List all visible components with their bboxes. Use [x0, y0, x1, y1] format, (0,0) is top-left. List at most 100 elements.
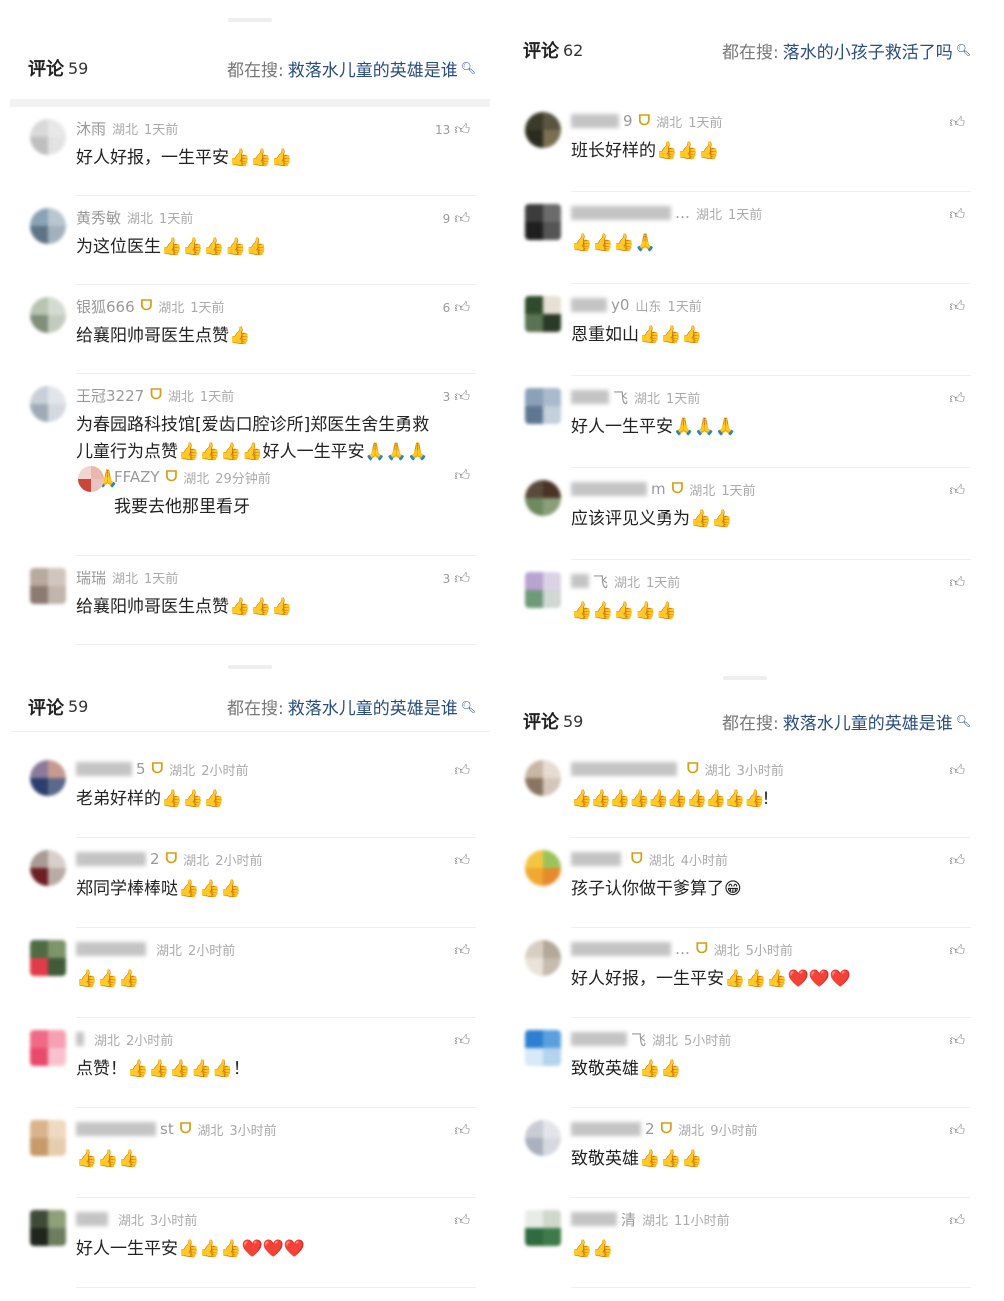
username[interactable]: 5: [136, 760, 146, 778]
username[interactable]: 沐雨: [76, 118, 106, 139]
like-button[interactable]: 👍︎: [945, 113, 965, 132]
comment-item[interactable]: … 湖北 1天前 👍👍👍🙏 👍︎: [525, 192, 971, 284]
comment-item[interactable]: 飞湖北 5小时前 致敬英雄👍👍 👍︎: [525, 1018, 971, 1108]
comment-item[interactable]: st ᗜ 湖北 3小时前 👍👍👍 👍︎: [30, 1108, 476, 1198]
avatar[interactable]: [525, 572, 561, 608]
hot-search-link[interactable]: 都在搜: 落水的小孩子救活了吗 🔍︎: [722, 38, 971, 63]
avatar[interactable]: [525, 1120, 561, 1156]
comment-item[interactable]: … ᗜ 湖北 5小时前 好人好报，一生平安👍👍👍❤️❤️❤️ 👍︎: [525, 928, 971, 1018]
avatar[interactable]: [30, 1120, 66, 1156]
avatar[interactable]: [30, 119, 66, 155]
comment-item[interactable]: ᗜ 湖北 3小时前 👍👍👍👍👍👍👍👍👍👍! 👍︎: [525, 748, 971, 838]
like-button[interactable]: 👍︎: [450, 851, 470, 870]
like-button[interactable]: 👍︎: [450, 1211, 470, 1230]
avatar[interactable]: [30, 297, 66, 333]
avatar[interactable]: [30, 1030, 66, 1066]
comment-item[interactable]: ᗜ 湖北 4小时前 孩子认你做干爹算了😁 👍︎: [525, 838, 971, 928]
avatar[interactable]: [525, 480, 561, 516]
hot-search-query[interactable]: 落水的小孩子救活了吗: [783, 38, 953, 63]
username[interactable]: m: [651, 480, 666, 498]
comment-item[interactable]: 黄秀敏 湖北 1天前 为这位医生👍👍👍👍👍 9 👍︎: [30, 196, 476, 285]
like-button[interactable]: 3 👍︎: [443, 387, 470, 406]
comment-item[interactable]: 湖北 2小时前 点赞！👍👍👍👍👍！ 👍︎: [30, 1018, 476, 1108]
avatar[interactable]: [30, 1210, 66, 1246]
like-button[interactable]: 👍︎: [945, 761, 965, 780]
avatar[interactable]: [30, 568, 66, 604]
hot-search-link[interactable]: 都在搜: 救落水儿童的英雄是谁 🔍︎: [722, 709, 971, 734]
comment-item[interactable]: 飞湖北 1天前 👍👍👍👍👍 👍︎: [525, 560, 971, 640]
like-button[interactable]: 👍︎: [450, 761, 470, 780]
username[interactable]: 黄秀敏: [76, 207, 121, 228]
username[interactable]: 2: [150, 850, 160, 868]
username[interactable]: st: [160, 1120, 174, 1138]
like-button[interactable]: 👍︎: [945, 481, 965, 500]
avatar[interactable]: [525, 388, 561, 424]
avatar[interactable]: [30, 386, 66, 422]
comment-item[interactable]: 银狐666 ᗜ 湖北 1天前 给襄阳帅哥医生点赞👍 6 👍︎: [30, 285, 476, 374]
like-button[interactable]: 👍︎: [945, 1121, 965, 1140]
hot-search-link[interactable]: 都在搜: 救落水儿童的英雄是谁 🔍︎: [227, 694, 476, 719]
comment-item[interactable]: 王冠3227 ᗜ 湖北 1天前 为春园路科技馆[爱齿口腔诊所]郑医生舍生勇救儿童行为点…: [30, 374, 476, 556]
comment-item[interactable]: 湖北 3小时前 好人一生平安👍👍👍❤️❤️❤️ 👍︎: [30, 1198, 476, 1288]
username[interactable]: 2: [645, 1120, 655, 1138]
like-button[interactable]: 👍︎: [945, 941, 965, 960]
avatar[interactable]: [525, 296, 561, 332]
drag-handle[interactable]: [723, 676, 767, 680]
avatar[interactable]: [525, 204, 561, 240]
username[interactable]: FFAZY: [114, 468, 160, 486]
comment-item[interactable]: y0 山东 1天前 恩重如山👍👍👍 👍︎: [525, 284, 971, 376]
hot-search-query[interactable]: 救落水儿童的英雄是谁: [288, 694, 458, 719]
like-button[interactable]: 👍︎: [945, 389, 965, 408]
comment-item[interactable]: 沐雨 湖北 1天前 好人好报，一生平安👍👍👍 13 👍︎: [30, 107, 476, 196]
comment-item[interactable]: 5 ᗜ 湖北 2小时前 老弟好样的👍👍👍 👍︎: [30, 748, 476, 838]
comment-item[interactable]: 2 ᗜ 湖北 2小时前 郑同学棒棒哒👍👍👍 👍︎: [30, 838, 476, 928]
avatar[interactable]: [30, 208, 66, 244]
username[interactable]: 飞: [613, 387, 628, 408]
comment-item[interactable]: 湖北 2小时前 👍👍👍 👍︎: [30, 928, 476, 1018]
username[interactable]: 飞: [593, 571, 608, 592]
comment-item[interactable]: 清湖北 11小时前 👍👍 👍︎: [525, 1198, 971, 1288]
username[interactable]: …: [675, 204, 690, 222]
like-button[interactable]: 👍︎: [945, 1031, 965, 1050]
avatar[interactable]: [525, 112, 561, 148]
avatar[interactable]: [525, 850, 561, 886]
username[interactable]: …: [675, 940, 690, 958]
drag-handle[interactable]: [228, 18, 272, 22]
avatar[interactable]: [30, 940, 66, 976]
avatar[interactable]: [525, 760, 561, 796]
username[interactable]: 银狐666: [76, 296, 135, 317]
like-button[interactable]: 13 👍︎: [435, 120, 470, 139]
comment-item[interactable]: 瑞瑞 湖北 1天前 给襄阳帅哥医生点赞👍👍👍 3 👍︎: [30, 556, 476, 645]
like-button[interactable]: 👍︎: [945, 1211, 965, 1230]
like-button[interactable]: 👍︎: [450, 1121, 470, 1140]
hot-search-link[interactable]: 都在搜: 救落水儿童的英雄是谁 🔍︎: [227, 56, 476, 81]
like-button[interactable]: 6 👍︎: [443, 298, 470, 317]
like-button[interactable]: 3 👍︎: [443, 569, 470, 588]
username[interactable]: 9: [623, 112, 633, 130]
comment-item[interactable]: 9 ᗜ 湖北 1天前 班长好样的👍👍👍 👍︎: [525, 100, 971, 192]
like-button[interactable]: 9 👍︎: [443, 209, 470, 228]
like-button[interactable]: 👍︎: [450, 941, 470, 960]
hot-search-query[interactable]: 救落水儿童的英雄是谁: [288, 56, 458, 81]
username[interactable]: 瑞瑞: [76, 567, 106, 588]
comment-item[interactable]: 飞湖北 1天前 好人一生平安🙏🙏🙏 👍︎: [525, 376, 971, 468]
like-button[interactable]: 👍︎: [945, 851, 965, 870]
avatar[interactable]: [78, 466, 104, 492]
username[interactable]: y0: [611, 296, 629, 314]
reply-item[interactable]: FFAZY ᗜ 湖北 29分钟前 我要去他那里看牙 👍︎: [76, 466, 476, 536]
avatar[interactable]: [30, 760, 66, 796]
like-button[interactable]: 👍︎: [945, 205, 965, 224]
avatar[interactable]: [525, 940, 561, 976]
avatar[interactable]: [30, 850, 66, 886]
comment-item[interactable]: 2 ᗜ 湖北 9小时前 致敬英雄👍👍👍 👍︎: [525, 1108, 971, 1198]
comment-item[interactable]: m ᗜ 湖北 1天前 应该评见义勇为👍👍 👍︎: [525, 468, 971, 560]
hot-search-query[interactable]: 救落水儿童的英雄是谁: [783, 709, 953, 734]
like-button[interactable]: 👍︎: [945, 573, 965, 592]
username[interactable]: 飞: [631, 1029, 646, 1050]
username[interactable]: 王冠3227: [76, 385, 144, 406]
avatar[interactable]: [525, 1030, 561, 1066]
drag-handle[interactable]: [228, 665, 272, 669]
like-button[interactable]: 👍︎: [945, 297, 965, 316]
like-button[interactable]: 👍︎: [450, 466, 470, 485]
avatar[interactable]: [525, 1210, 561, 1246]
